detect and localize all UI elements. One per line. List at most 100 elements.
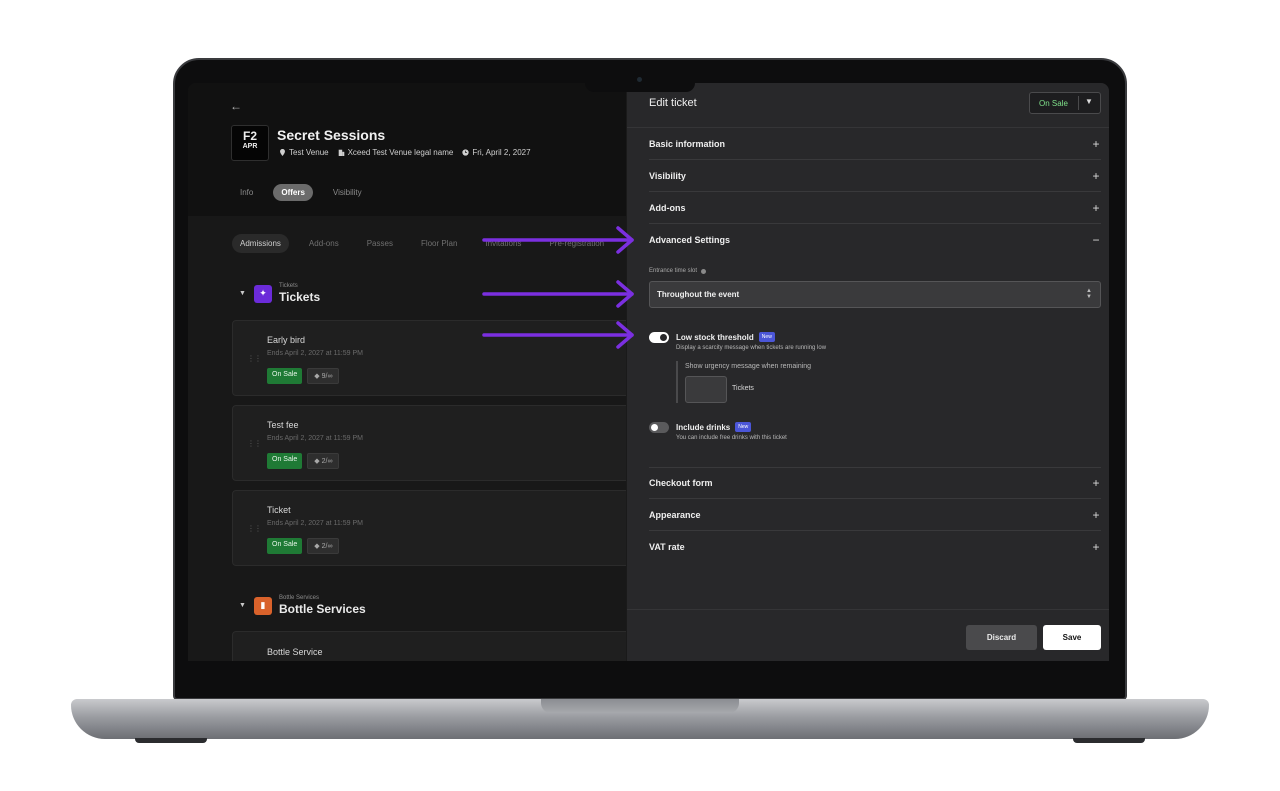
include-drinks-title: Include drinks New xyxy=(676,422,752,432)
event-title: Secret Sessions xyxy=(277,127,386,143)
low-stock-toggle[interactable] xyxy=(649,332,669,343)
drag-handle-icon[interactable]: ⋮⋮ xyxy=(247,439,262,448)
tab-visibility[interactable]: Visibility xyxy=(325,184,370,201)
bottle-section-small: Bottle Services xyxy=(279,595,320,601)
camera-icon xyxy=(637,77,642,82)
section-vat-rate[interactable]: VAT rate + xyxy=(649,531,1101,563)
plus-icon[interactable]: + xyxy=(1091,540,1101,554)
quantity-badge: ◆ 2/∞ xyxy=(307,538,340,554)
indent-bar xyxy=(676,361,678,403)
entrance-time-value: Throughout the event xyxy=(657,290,740,299)
section-visibility[interactable]: Visibility + xyxy=(649,160,1101,192)
building-icon xyxy=(338,149,344,156)
plus-icon[interactable]: + xyxy=(1091,201,1101,215)
ticket-small-icon: ◆ xyxy=(314,543,322,550)
drag-handle-icon[interactable]: ⋮⋮ xyxy=(247,524,262,533)
plus-icon[interactable]: + xyxy=(1091,169,1101,183)
ticket-card[interactable]: ⋮⋮ Early bird Ends April 2, 2027 at 11:5… xyxy=(232,320,632,396)
new-badge: New xyxy=(758,332,775,342)
subtab-invitations[interactable]: Invitations xyxy=(477,234,529,253)
tab-info[interactable]: Info xyxy=(232,184,261,201)
include-drinks-toggle[interactable] xyxy=(649,422,669,433)
bottle-icon: ▮ xyxy=(254,596,272,615)
ticket-name: Test fee xyxy=(267,420,299,430)
event-legal-name: Xceed Test Venue legal name xyxy=(347,148,454,157)
up-down-chevron-icon: ▲ ▼ xyxy=(1086,288,1092,300)
minus-icon[interactable]: − xyxy=(1091,233,1101,247)
event-thumb-code: F2 xyxy=(242,129,257,143)
info-icon[interactable] xyxy=(701,268,707,274)
status-badge: On Sale xyxy=(267,453,303,469)
threshold-input[interactable] xyxy=(685,376,727,403)
section-advanced-settings[interactable]: Advanced Settings − xyxy=(649,224,1101,256)
ticket-name: Ticket xyxy=(267,505,291,515)
status-dropdown[interactable]: On Sale ▼ xyxy=(1029,92,1101,114)
ticket-small-icon: ◆ xyxy=(314,373,322,380)
plus-icon[interactable]: + xyxy=(1091,508,1101,522)
clock-icon xyxy=(462,149,469,156)
urgency-label: Show urgency message when remaining xyxy=(685,363,812,370)
bottle-section-title: Bottle Services xyxy=(279,602,366,616)
tab-offers[interactable]: Offers xyxy=(273,184,313,201)
ticket-ends: Ends April 2, 2027 at 11:59 PM xyxy=(267,350,363,357)
drag-handle-icon[interactable]: ⋮⋮ xyxy=(247,354,262,363)
caret-down-icon[interactable]: ▼ xyxy=(239,290,247,297)
section-label: Visibility xyxy=(649,170,686,181)
ticket-qty: 2/∞ xyxy=(321,543,333,550)
toggle-knob xyxy=(660,334,667,341)
tickets-section-small: Tickets xyxy=(279,283,298,289)
section-label: Appearance xyxy=(649,509,701,520)
ticket-card[interactable]: ⋮⋮ Test fee Ends April 2, 2027 at 11:59 … xyxy=(232,405,632,481)
new-badge: New xyxy=(735,422,752,432)
include-drinks-description: You can include free drinks with this ti… xyxy=(676,435,787,441)
laptop-foot xyxy=(135,738,207,743)
tickets-section-header[interactable]: ▼ ✦ Tickets Tickets xyxy=(239,283,320,304)
caret-down-icon[interactable]: ▼ xyxy=(1085,97,1093,106)
ticket-ends: Ends April 2, 2027 at 11:59 PM xyxy=(267,435,363,442)
save-button[interactable]: Save xyxy=(1043,625,1101,650)
ticket-qty: 2/∞ xyxy=(321,458,333,465)
discard-button[interactable]: Discard xyxy=(966,625,1037,650)
plus-icon[interactable]: + xyxy=(1091,137,1101,151)
bottle-section-header[interactable]: ▼ ▮ Bottle Services Bottle Services xyxy=(239,595,366,616)
section-label: Add-ons xyxy=(649,202,686,213)
quantity-badge: ◆ 9/∞ xyxy=(307,368,340,384)
entrance-time-label-text: Entrance time slot xyxy=(649,268,698,274)
offer-subtabs: Admissions Add-ons Passes Floor Plan Inv… xyxy=(232,234,612,253)
plus-icon[interactable]: + xyxy=(1091,476,1101,490)
threshold-unit: Tickets xyxy=(732,385,754,392)
location-pin-icon xyxy=(280,149,285,156)
entrance-time-select[interactable]: Throughout the event ▲ ▼ xyxy=(649,281,1101,308)
laptop-notch xyxy=(585,82,695,92)
drawer-title: Edit ticket xyxy=(649,97,697,109)
bottle-card[interactable]: Bottle Service xyxy=(232,631,632,661)
app-screen: ← F2 APR Secret Sessions Test Venue Xcee… xyxy=(188,83,1109,661)
entrance-time-label: Entrance time slot xyxy=(649,268,707,274)
caret-down-icon[interactable]: ▼ xyxy=(239,602,247,609)
subtab-pre-registration[interactable]: Pre-registration xyxy=(541,234,612,253)
tickets-section-title: Tickets xyxy=(279,290,321,304)
section-checkout-form[interactable]: Checkout form + xyxy=(649,467,1101,499)
subtab-passes[interactable]: Passes xyxy=(359,234,401,253)
laptop-base-groove xyxy=(541,699,739,713)
event-tabs: Info Offers Visibility xyxy=(232,184,370,201)
bottle-item-name: Bottle Service xyxy=(267,647,323,657)
ticket-small-icon: ◆ xyxy=(314,458,322,465)
section-add-ons[interactable]: Add-ons + xyxy=(649,192,1101,224)
section-label: Basic information xyxy=(649,138,726,149)
ticket-ends: Ends April 2, 2027 at 11:59 PM xyxy=(267,520,363,527)
ticket-card[interactable]: ⋮⋮ Ticket Ends April 2, 2027 at 11:59 PM… xyxy=(232,490,632,566)
low-stock-title: Low stock threshold New xyxy=(676,332,775,342)
laptop-foot xyxy=(1073,738,1145,743)
event-date: Fri, April 2, 2027 xyxy=(472,148,531,157)
subtab-admissions[interactable]: Admissions xyxy=(232,234,289,253)
back-arrow-icon[interactable]: ← xyxy=(230,99,242,113)
section-appearance[interactable]: Appearance + xyxy=(649,499,1101,531)
ticket-icon: ✦ xyxy=(254,284,272,303)
laptop-mockup: ← F2 APR Secret Sessions Test Venue Xcee… xyxy=(0,0,1280,791)
include-drinks-title-text: Include drinks xyxy=(676,422,731,432)
subtab-addons[interactable]: Add-ons xyxy=(301,234,347,253)
section-basic-information[interactable]: Basic information + xyxy=(649,128,1101,160)
quantity-badge: ◆ 2/∞ xyxy=(307,453,340,469)
subtab-floor-plan[interactable]: Floor Plan xyxy=(413,234,465,253)
